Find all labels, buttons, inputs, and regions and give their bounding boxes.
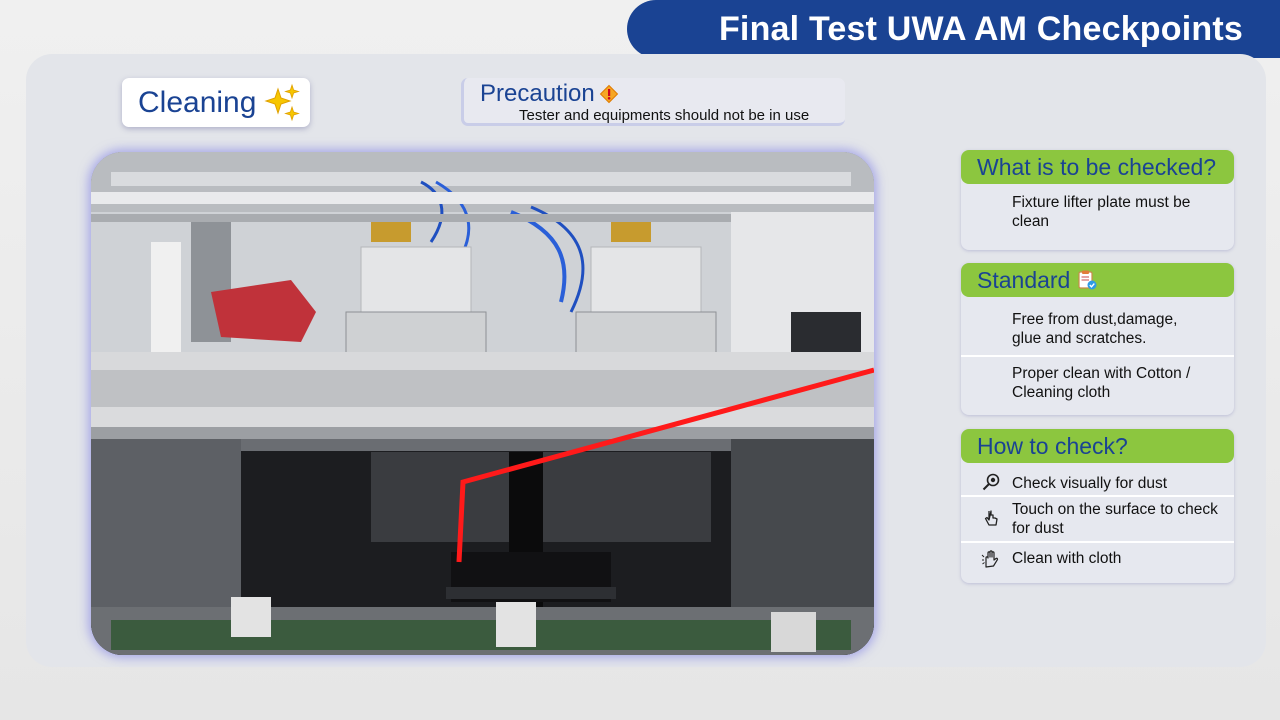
how-to-check-title: How to check? [977, 432, 1128, 459]
topic-badge: Cleaning [122, 78, 310, 127]
touch-hand-icon [984, 510, 998, 526]
how-to-check-item-text: Touch on the surface to check for dust [1012, 501, 1218, 537]
standard-title: Standard [977, 266, 1071, 293]
fixture-photo-illustration [91, 152, 874, 655]
topic-label: Cleaning [138, 85, 257, 119]
warning-icon [599, 84, 619, 104]
precaution-text: Tester and equipments should not be in u… [519, 107, 810, 124]
precaution-box: Precaution Tester and equipments should … [461, 78, 845, 126]
how-to-check-item-text: Clean with cloth [1012, 550, 1122, 567]
page-title: Final Test UWA AM Checkpoints [718, 9, 1243, 48]
precaution-title: Precaution [480, 80, 595, 107]
how-to-check-card: How to check? Check visually for dust To… [961, 429, 1234, 583]
standard-card: Standard Free from dust,damage, glue and… [961, 263, 1234, 415]
list-item: Free from dust,damage, glue and scratche… [961, 297, 1234, 357]
list-item: Clean with cloth [961, 543, 1234, 581]
wiping-hand-icon [981, 550, 999, 568]
what-to-check-header: What is to be checked? [961, 150, 1234, 184]
what-to-check-card: What is to be checked? Fixture lifter pl… [961, 150, 1234, 250]
how-to-check-item-text: Check visually for dust [1012, 475, 1168, 492]
standard-item-text: Proper clean with Cotton / Cleaning clot… [1012, 365, 1191, 401]
list-item: Touch on the surface to check for dust [961, 497, 1234, 543]
list-item: Check visually for dust [961, 463, 1234, 497]
list-item: Fixture lifter plate must be clean [961, 184, 1234, 248]
standard-header: Standard [961, 263, 1234, 297]
title-banner: Final Test UWA AM Checkpoints [627, 0, 1280, 58]
what-to-check-title: What is to be checked? [977, 153, 1217, 180]
fixture-photo [91, 152, 874, 655]
clipboard-check-icon [1078, 270, 1097, 290]
list-item: Proper clean with Cotton / Cleaning clot… [961, 357, 1234, 415]
sparkles-icon [264, 83, 301, 121]
magnifier-icon [982, 473, 1000, 491]
standard-item-text: Free from dust,damage, glue and scratche… [1012, 311, 1178, 347]
what-to-check-item-text: Fixture lifter plate must be clean [1012, 194, 1191, 230]
how-to-check-header: How to check? [961, 429, 1234, 463]
